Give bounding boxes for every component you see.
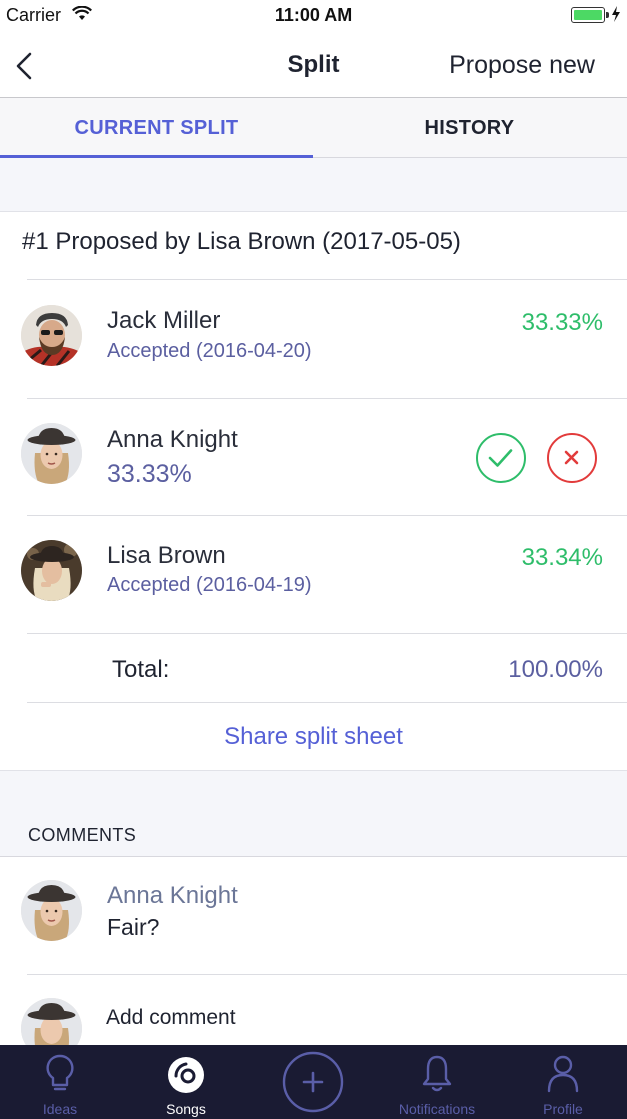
tab-bar-label: Songs: [166, 1101, 206, 1117]
divider: [27, 974, 627, 975]
avatar: [21, 540, 82, 601]
member-status: Accepted (2016-04-20): [107, 340, 312, 362]
avatar: [21, 305, 82, 366]
divider: [27, 702, 627, 703]
bottom-tab-bar: Ideas Songs Notifications Profile: [0, 1045, 627, 1119]
split-tabs: CURRENT SPLIT HISTORY: [0, 98, 627, 158]
back-chevron-icon[interactable]: [12, 50, 38, 82]
navigation-bar: Split Propose new: [0, 32, 627, 98]
battery-icon: [571, 7, 609, 23]
tab-bar-label: Profile: [543, 1101, 583, 1117]
reject-button[interactable]: [547, 433, 597, 483]
member-name: Jack Miller: [107, 307, 221, 334]
lightbulb-icon: [46, 1054, 74, 1091]
tab-current-split[interactable]: CURRENT SPLIT: [0, 98, 313, 158]
disc-icon: [168, 1057, 204, 1093]
person-icon: [547, 1055, 579, 1093]
bell-icon: [422, 1055, 452, 1092]
divider: [27, 633, 627, 634]
charging-bolt-icon: [611, 6, 621, 27]
member-percent: 33.33%: [521, 309, 603, 336]
avatar: [21, 880, 82, 941]
total-label: Total:: [112, 656, 170, 683]
member-percent: 33.34%: [521, 544, 603, 571]
tab-bar-item-songs[interactable]: Songs: [136, 1045, 236, 1119]
split-member-row: Lisa Brown Accepted (2016-04-19) 33.34%: [0, 516, 627, 634]
comments-label: COMMENTS: [28, 825, 137, 845]
propose-new-button[interactable]: Propose new: [449, 51, 595, 80]
add-comment-input[interactable]: Add comment: [106, 1006, 236, 1030]
tab-bar-label: Ideas: [42, 1101, 78, 1117]
tab-bar-label: Notifications: [398, 1101, 476, 1117]
comment-author: Anna Knight: [107, 882, 238, 909]
section-spacer: [0, 158, 627, 212]
tab-bar-item-profile[interactable]: Profile: [513, 1045, 613, 1119]
tab-bar-item-add[interactable]: [263, 1045, 363, 1119]
member-status: Accepted (2016-04-19): [107, 574, 312, 596]
avatar: [21, 423, 82, 484]
tab-bar-item-ideas[interactable]: Ideas: [10, 1045, 110, 1119]
accept-button[interactable]: [476, 433, 526, 483]
tab-history[interactable]: HISTORY: [313, 98, 626, 158]
split-member-row: Anna Knight 33.33%: [0, 399, 627, 517]
split-member-row: Jack Miller Accepted (2016-04-20) 33.33%: [0, 280, 627, 398]
tab-bar-item-notifications[interactable]: Notifications: [380, 1045, 494, 1119]
plus-icon: [282, 1051, 344, 1113]
member-name: Lisa Brown: [107, 542, 226, 569]
status-bar: Carrier 11:00 AM: [0, 0, 627, 32]
comments-section-header: COMMENTS: [0, 770, 627, 857]
total-value: 100.00%: [508, 656, 603, 683]
comment-text: Fair?: [107, 914, 160, 940]
share-split-sheet-link[interactable]: Share split sheet: [0, 723, 627, 751]
member-percent: 33.33%: [107, 460, 192, 488]
proposal-title: #1 Proposed by Lisa Brown (2017-05-05): [22, 228, 461, 255]
close-icon: [564, 450, 579, 465]
checkmark-icon: [488, 449, 513, 467]
member-name: Anna Knight: [107, 426, 238, 453]
clock: 11:00 AM: [274, 5, 353, 25]
